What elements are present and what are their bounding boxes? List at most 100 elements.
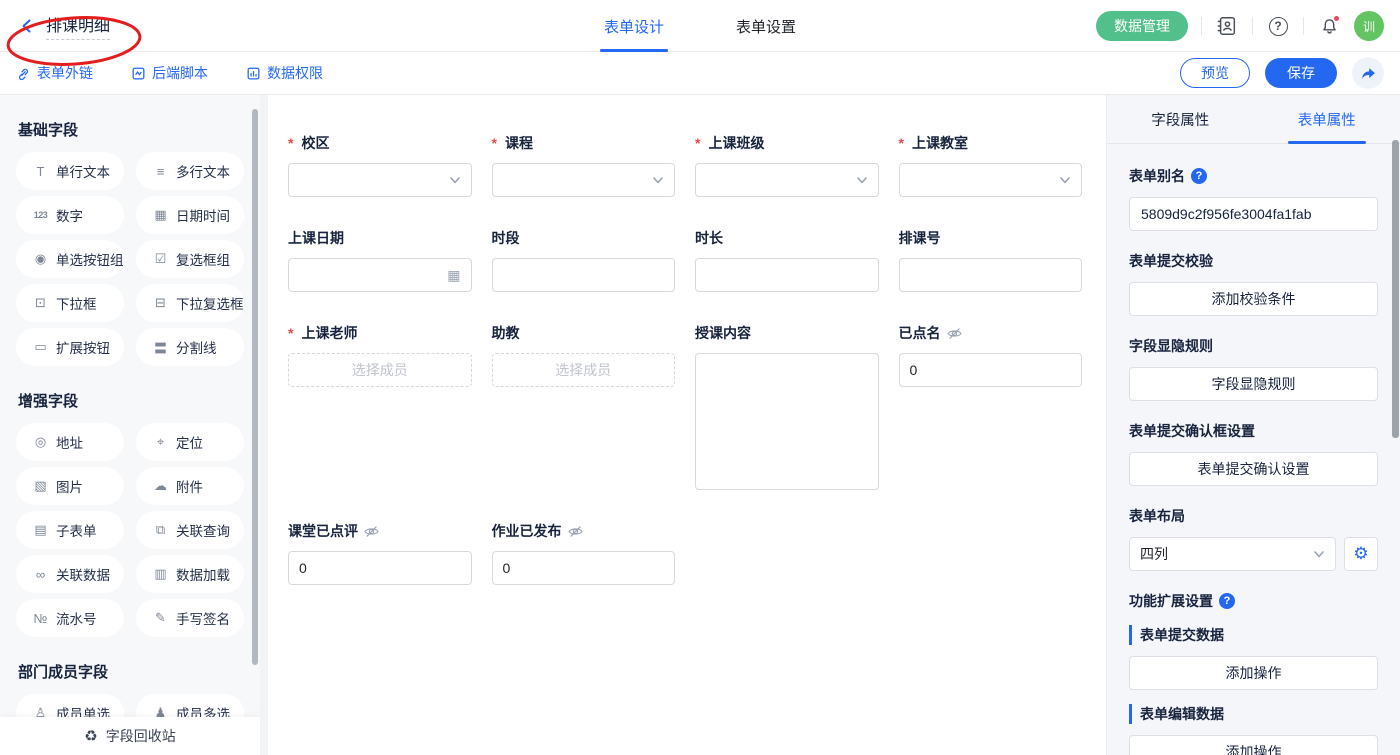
field-class-date[interactable]: 上课日期 ▦ <box>288 228 472 292</box>
contacts-icon[interactable] <box>1215 14 1239 38</box>
schedule-no-input[interactable] <box>899 258 1083 292</box>
field-attendance[interactable]: 已点名 0 <box>899 323 1083 387</box>
attendance-input[interactable]: 0 <box>899 353 1083 387</box>
duration-input[interactable] <box>695 258 879 292</box>
calendar-icon: ▦ <box>152 207 169 223</box>
field-pill-divider[interactable]: 〓分割线 <box>136 328 244 366</box>
share-button[interactable] <box>1352 57 1384 89</box>
class-select[interactable] <box>695 163 879 197</box>
sidebar-scrollbar[interactable] <box>252 109 258 665</box>
field-classroom[interactable]: *上课教室 <box>899 133 1083 197</box>
field-course[interactable]: *课程 <box>492 133 676 197</box>
help-icon[interactable]: ? <box>1266 14 1290 38</box>
share-arrow-icon <box>1360 65 1377 82</box>
field-visibility-button[interactable]: 字段显隐规则 <box>1129 367 1378 401</box>
field-class[interactable]: *上课班级 <box>695 133 879 197</box>
classroom-select[interactable] <box>899 163 1083 197</box>
field-duration[interactable]: 时长 <box>695 228 879 292</box>
panel-scrollbar[interactable] <box>1392 140 1399 438</box>
field-pill-subform[interactable]: ▤子表单 <box>16 511 124 549</box>
layout-settings-gear-icon[interactable]: ⚙ <box>1344 537 1378 571</box>
multi-line-text-icon: ≡ <box>152 164 169 179</box>
field-pill-radio-group[interactable]: ◉单选按钮组 <box>16 240 124 278</box>
recycle-icon: ♻ <box>84 727 97 745</box>
chevron-down-icon <box>652 174 664 186</box>
serial-number-icon: № <box>32 611 49 626</box>
assistant-member-picker[interactable]: 选择成员 <box>492 353 676 387</box>
field-reviewed[interactable]: 课堂已点评 0 <box>288 521 472 585</box>
section-member-fields: 部门成员字段 <box>18 661 244 682</box>
class-date-input[interactable]: ▦ <box>288 258 472 292</box>
add-check-condition-button[interactable]: 添加校验条件 <box>1129 282 1378 316</box>
field-teacher[interactable]: *上课老师 选择成员 <box>288 323 472 387</box>
tab-form-design[interactable]: 表单设计 <box>604 0 664 52</box>
alias-help-icon[interactable]: ? <box>1191 168 1207 184</box>
field-pill-multi-line-text[interactable]: ≡多行文本 <box>136 152 244 190</box>
edit-data-add-button[interactable]: 添加操作 <box>1129 735 1378 755</box>
canvas-background: *校区 *课程 *上课班级 *上课教室 上课日期 <box>260 95 1106 755</box>
preview-button[interactable]: 预览 <box>1180 58 1250 88</box>
field-period[interactable]: 时段 <box>492 228 676 292</box>
backend-script[interactable]: 后端脚本 <box>131 63 208 83</box>
field-pill-datetime[interactable]: ▦日期时间 <box>136 196 244 234</box>
field-pill-attachment[interactable]: ☁附件 <box>136 467 244 505</box>
field-pill-data-load[interactable]: ▥数据加载 <box>136 555 244 593</box>
field-pill-extend-button[interactable]: ▭扩展按钮 <box>16 328 124 366</box>
tab-form-properties[interactable]: 表单属性 <box>1254 95 1400 143</box>
field-pill-dropdown[interactable]: ⊡下拉框 <box>16 284 124 322</box>
course-select[interactable] <box>492 163 676 197</box>
script-icon <box>131 66 146 81</box>
form-alias-input[interactable]: 5809d9c2f956fe3004fa1fab <box>1129 197 1378 231</box>
extension-help-icon[interactable]: ? <box>1219 593 1235 609</box>
field-pill-checkbox-group[interactable]: ☑复选框组 <box>136 240 244 278</box>
campus-select[interactable] <box>288 163 472 197</box>
save-button[interactable]: 保存 <box>1265 58 1337 88</box>
homework-input[interactable]: 0 <box>492 551 676 585</box>
field-pill-serial-number[interactable]: №流水号 <box>16 599 124 637</box>
submit-confirm-title: 表单提交确认框设置 <box>1129 421 1378 441</box>
field-pill-single-line-text[interactable]: T单行文本 <box>16 152 124 190</box>
field-pill-location[interactable]: ⌖定位 <box>136 423 244 461</box>
teacher-member-picker[interactable]: 选择成员 <box>288 353 472 387</box>
single-line-text-icon: T <box>32 164 49 179</box>
field-assistant[interactable]: 助教 选择成员 <box>492 323 676 387</box>
field-pill-signature[interactable]: ✎手写签名 <box>136 599 244 637</box>
number-icon: 123 <box>32 210 49 220</box>
field-schedule-no[interactable]: 排课号 <box>899 228 1083 292</box>
link-icon <box>16 66 31 81</box>
dropdown-icon: ⊡ <box>32 295 49 311</box>
field-pill-address[interactable]: ◎地址 <box>16 423 124 461</box>
field-pill-number[interactable]: 123数字 <box>16 196 124 234</box>
app-header: 排课明细 表单设计 表单设置 数据管理 ? 训 <box>0 0 1400 52</box>
section-enhanced-fields: 增强字段 <box>18 390 244 411</box>
submit-data-add-button[interactable]: 添加操作 <box>1129 656 1378 690</box>
form-external-link[interactable]: 表单外链 <box>16 63 93 83</box>
tab-form-settings[interactable]: 表单设置 <box>736 0 796 52</box>
field-homework[interactable]: 作业已发布 0 <box>492 521 676 585</box>
required-mark: * <box>695 135 700 151</box>
field-pill-multi-dropdown[interactable]: ⊟下拉复选框 <box>136 284 244 322</box>
form-alias-title: 表单别名 <box>1129 166 1185 186</box>
reviewed-input[interactable]: 0 <box>288 551 472 585</box>
data-permission[interactable]: 数据权限 <box>246 63 323 83</box>
period-input[interactable] <box>492 258 676 292</box>
notification-bell-icon[interactable] <box>1317 14 1341 38</box>
submit-check-title: 表单提交校验 <box>1129 251 1378 271</box>
field-pill-image[interactable]: ▧图片 <box>16 467 124 505</box>
submit-data-subtitle: 表单提交数据 <box>1129 625 1378 645</box>
linked-query-icon: ⧉ <box>152 522 169 538</box>
field-pill-linked-query[interactable]: ⧉关联查询 <box>136 511 244 549</box>
avatar[interactable]: 训 <box>1354 11 1384 41</box>
required-mark: * <box>288 135 293 151</box>
data-manage-button[interactable]: 数据管理 <box>1096 11 1188 41</box>
content-textarea[interactable] <box>695 353 879 490</box>
back-icon[interactable] <box>18 17 36 35</box>
submit-confirm-button[interactable]: 表单提交确认设置 <box>1129 452 1378 486</box>
form-title[interactable]: 排课明细 <box>46 12 110 40</box>
tab-field-properties[interactable]: 字段属性 <box>1107 95 1254 143</box>
field-recycle-bin[interactable]: ♻ 字段回收站 <box>0 717 260 755</box>
field-pill-linked-data[interactable]: ∞关联数据 <box>16 555 124 593</box>
layout-select[interactable]: 四列 <box>1129 537 1336 571</box>
field-campus[interactable]: *校区 <box>288 133 472 197</box>
field-content[interactable]: 授课内容 <box>695 323 879 490</box>
